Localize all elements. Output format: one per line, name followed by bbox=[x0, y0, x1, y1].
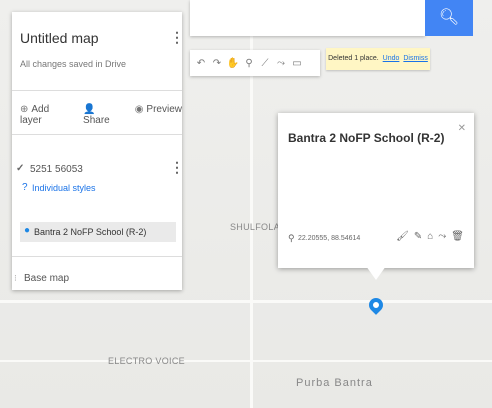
layer-styles-link[interactable]: Individual styles bbox=[32, 183, 96, 193]
delete-icon[interactable]: 🗑 bbox=[451, 231, 464, 242]
directions-icon[interactable]: ⤳ bbox=[274, 58, 288, 69]
divider bbox=[12, 90, 182, 91]
location-icon: ⚲ bbox=[288, 233, 295, 243]
styles-icon: ? bbox=[22, 182, 28, 193]
layer-checkbox-icon[interactable]: ✓ bbox=[16, 164, 24, 174]
redo-icon[interactable]: ↷ bbox=[210, 58, 224, 69]
card-title: Bantra 2 NoFP School (R-2) bbox=[288, 131, 445, 145]
divider bbox=[12, 256, 182, 257]
base-map[interactable]: Base map bbox=[24, 273, 69, 284]
line-icon[interactable]: ⟋ bbox=[258, 58, 272, 69]
map-label-purba: Purba Bantra bbox=[296, 377, 373, 389]
map-toolbar: ↶ ↷ ✋ ⚲ ⟋ ⤳ ▭ bbox=[190, 50, 320, 76]
style-icon[interactable]: 🖌 bbox=[396, 231, 409, 242]
map-label-electro: ELECTRO VOICE bbox=[108, 356, 185, 366]
action-label: Preview bbox=[146, 104, 182, 115]
toast-message: Deleted 1 place. bbox=[328, 55, 379, 62]
base-map-expand-icon[interactable]: ⁝ bbox=[14, 273, 17, 284]
action-label: Share bbox=[83, 115, 110, 126]
search-input[interactable] bbox=[190, 0, 425, 36]
card-tools: 🖌 ✎ ⌂ ⤳ 🗑 bbox=[396, 231, 464, 242]
undo-link[interactable]: Undo bbox=[383, 55, 400, 62]
save-status: All changes saved in Drive bbox=[20, 59, 127, 69]
more-options-icon[interactable]: ⋮ bbox=[170, 30, 184, 44]
action-add-layer[interactable]: ⊕ Add layer bbox=[20, 104, 73, 126]
preview-icon: ◉ bbox=[134, 104, 144, 115]
ruler-icon[interactable]: ▭ bbox=[290, 58, 304, 69]
feature-label: Bantra 2 NoFP School (R-2) bbox=[34, 227, 147, 237]
map-panel: Untitled map ⋮ All changes saved in Driv… bbox=[12, 12, 184, 290]
add-layer-icon: ⊕ bbox=[20, 104, 29, 115]
map-road bbox=[0, 300, 492, 303]
map-road bbox=[0, 360, 492, 362]
panel-actions: ⊕ Add layer 👤Share ◉ Preview bbox=[20, 104, 182, 126]
feature-item[interactable]: Bantra 2 NoFP School (R-2) bbox=[20, 222, 176, 242]
search-icon: 🔍︎ bbox=[438, 9, 460, 26]
action-share[interactable]: 👤Share bbox=[83, 104, 125, 126]
search-button[interactable]: 🔍︎ bbox=[425, 0, 473, 36]
undo-toast: Deleted 1 place. Undo Dismiss bbox=[326, 48, 430, 70]
divider bbox=[12, 134, 182, 135]
directions-icon[interactable]: ⤳ bbox=[438, 231, 446, 242]
map-label-shulfola: SHULFOLA bbox=[230, 222, 280, 232]
hand-icon[interactable]: ✋ bbox=[226, 58, 240, 69]
card-coordinates: 22.20555, 88.54614 bbox=[298, 235, 361, 242]
camera-icon[interactable]: ⌂ bbox=[427, 231, 433, 242]
feature-pin-icon: ● bbox=[24, 225, 31, 236]
map-title[interactable]: Untitled map bbox=[20, 30, 99, 46]
layer-name[interactable]: 5251 56053 bbox=[30, 164, 83, 175]
info-card: Bantra 2 NoFP School (R-2) ✕ ⚲ 22.20555,… bbox=[278, 113, 474, 268]
close-icon[interactable]: ✕ bbox=[458, 123, 466, 134]
card-pointer bbox=[366, 266, 386, 280]
layer-options-icon[interactable]: ⋮ bbox=[170, 160, 184, 174]
edit-icon[interactable]: ✎ bbox=[414, 231, 422, 242]
undo-icon[interactable]: ↶ bbox=[194, 58, 208, 69]
share-icon: 👤 bbox=[83, 104, 96, 115]
marker-icon[interactable]: ⚲ bbox=[242, 58, 256, 69]
dismiss-link[interactable]: Dismiss bbox=[403, 55, 428, 62]
action-preview[interactable]: ◉ Preview bbox=[135, 104, 182, 126]
